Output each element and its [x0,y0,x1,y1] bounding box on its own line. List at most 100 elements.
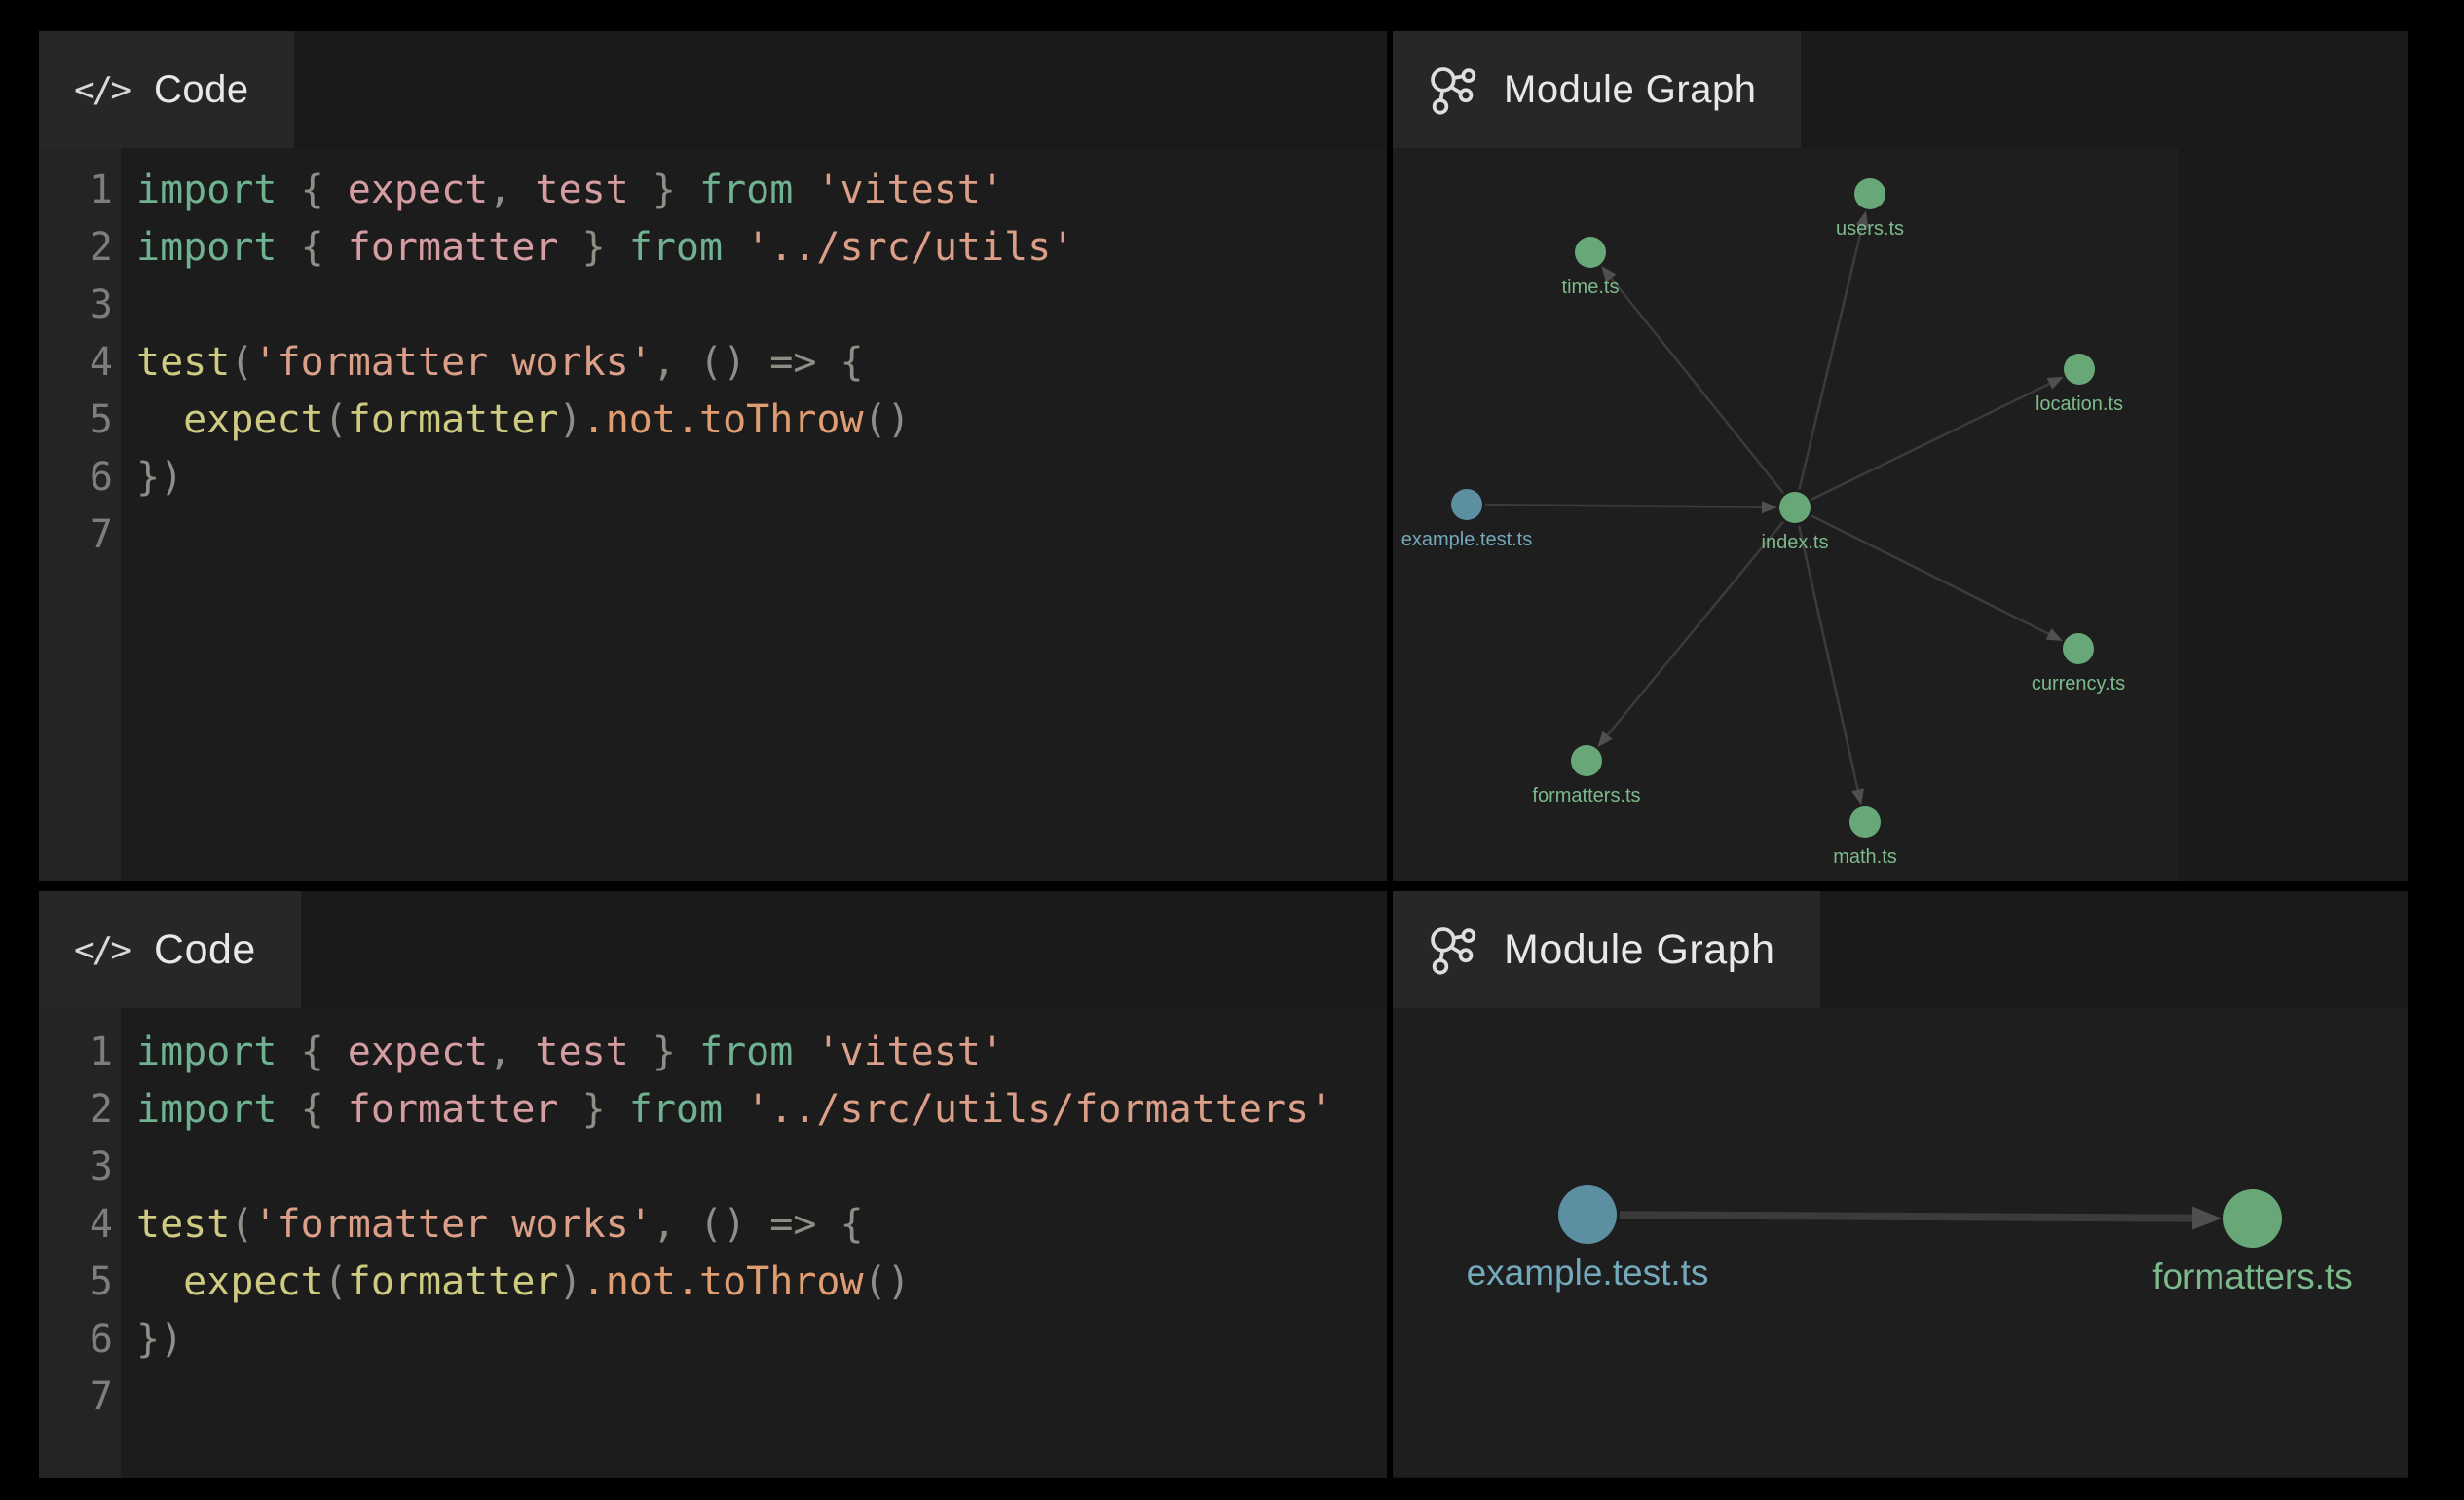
graph-node-formatters.ts[interactable] [1571,745,1602,776]
module-graph-icon [1428,924,1478,975]
graph-node-example.test.ts[interactable] [1451,489,1482,520]
code-line: 5 expect(formatter).not.toThrow() [39,392,1387,449]
graph-edge [1611,279,1783,494]
graph-edge [1799,526,1857,790]
code-panel-top-header: </> Code [39,31,1387,148]
vitest-ui-module-graph-comparison: </> Code 1import { expect, test } from '… [0,0,2464,1500]
line-number: 3 [39,277,121,334]
line-number: 4 [39,334,121,392]
module-graph-icon [1428,64,1478,115]
module-graph-svg-bottom: example.test.ts formatters.ts [1393,1008,2408,1476]
code-text: test('formatter works', () => { [121,334,864,392]
graph-edge [1811,515,2049,633]
graph-edge-arrowhead [2047,377,2064,390]
code-panel-bottom-header: </> Code [39,891,1387,1008]
module-graph-bottom-header: Module Graph [1393,891,2408,1008]
tab-module-graph-bottom-label: Module Graph [1504,926,1775,974]
code-panel-top: </> Code 1import { expect, test } from '… [39,31,1387,881]
module-graph-top-header: Module Graph [1393,31,2408,148]
code-text: import { formatter } from '../src/utils/… [121,1081,1332,1139]
code-text: }) [121,449,183,506]
graph-node-location.ts[interactable] [2064,354,2095,385]
code-lines-bottom: 1import { expect, test } from 'vitest'2i… [39,1008,1387,1426]
code-lines-top: 1import { expect, test } from 'vitest'2i… [39,148,1387,564]
code-line: 2import { formatter } from '../src/utils… [39,219,1387,277]
code-line: 6}) [39,449,1387,506]
line-number: 7 [39,506,121,564]
line-number: 2 [39,219,121,277]
module-graph-canvas-top[interactable]: users.ts time.ts location.ts example.test.t… [1393,148,2408,881]
line-number: 5 [39,392,121,449]
module-graph-panel-top: Module Graph users.ts time.ts location.ts e… [1393,31,2408,881]
code-line: 7 [39,506,1387,564]
code-line: 1import { expect, test } from 'vitest' [39,1024,1387,1081]
code-text [121,277,136,334]
graph-node-label: example.test.ts [1401,529,1533,550]
line-number: 6 [39,449,121,506]
line-number: 5 [39,1254,121,1311]
tab-code-top[interactable]: </> Code [39,31,294,148]
graph-node-label: index.ts [1762,532,1829,553]
graph-node-index.ts[interactable] [1779,492,1811,523]
tab-module-graph-top-label: Module Graph [1504,68,1756,112]
graph-node-example.test.ts[interactable] [1558,1185,1617,1244]
code-text: import { expect, test } from 'vitest' [121,1024,1004,1081]
graph-node-math.ts[interactable] [1849,806,1881,838]
code-text: import { expect, test } from 'vitest' [121,162,1004,219]
line-number: 1 [39,162,121,219]
graph-edge [1811,384,2049,500]
code-line: 5 expect(formatter).not.toThrow() [39,1254,1387,1311]
code-line: 7 [39,1369,1387,1426]
graph-node-label: example.test.ts [1467,1253,1709,1293]
graph-node-label: time.ts [1562,277,1620,298]
graph-node-label: users.ts [1836,218,1904,240]
code-text: }) [121,1311,183,1369]
graph-edge-arrowhead [2192,1207,2221,1230]
code-icon: </> [74,930,129,970]
code-editor-top[interactable]: 1import { expect, test } from 'vitest'2i… [39,148,1387,881]
line-number: 3 [39,1139,121,1196]
code-line: 3 [39,277,1387,334]
module-graph-canvas-bottom[interactable]: example.test.ts formatters.ts [1393,1008,2408,1478]
graph-edge [1620,1215,2192,1218]
code-panel-bottom: </> Code 1import { expect, test } from '… [39,891,1387,1478]
code-icon: </> [74,70,129,110]
line-number: 7 [39,1369,121,1426]
graph-node-users.ts[interactable] [1854,178,1885,209]
code-text: import { formatter } from '../src/utils' [121,219,1074,277]
graph-edge [1608,522,1783,735]
line-number: 4 [39,1196,121,1254]
code-line: 6}) [39,1311,1387,1369]
graph-node-label: math.ts [1833,846,1897,868]
tab-module-graph-top[interactable]: Module Graph [1393,31,1801,148]
graph-edge [1799,226,1862,489]
graph-node-label: currency.ts [2032,673,2125,694]
code-text: expect(formatter).not.toThrow() [121,1254,911,1311]
code-line: 2import { formatter } from '../src/utils… [39,1081,1387,1139]
code-editor-bottom[interactable]: 1import { expect, test } from 'vitest'2i… [39,1008,1387,1478]
code-line: 3 [39,1139,1387,1196]
graph-node-formatters.ts[interactable] [2223,1189,2282,1248]
graph-node-label: formatters.ts [2152,1256,2353,1296]
code-line: 1import { expect, test } from 'vitest' [39,162,1387,219]
graph-edge-arrowhead [1851,788,1864,805]
tab-module-graph-bottom[interactable]: Module Graph [1393,891,1820,1008]
graph-edge-arrowhead [1762,501,1777,513]
code-text [121,1139,136,1196]
code-text [121,1369,136,1426]
code-line: 4test('formatter works', () => { [39,1196,1387,1254]
code-line: 4test('formatter works', () => { [39,334,1387,392]
graph-node-currency.ts[interactable] [2063,633,2094,664]
line-number: 2 [39,1081,121,1139]
line-number: 1 [39,1024,121,1081]
module-graph-svg-top: users.ts time.ts location.ts example.test.t… [1393,148,2179,881]
graph-node-time.ts[interactable] [1575,237,1606,268]
tab-code-top-label: Code [154,68,249,112]
code-text: test('formatter works', () => { [121,1196,864,1254]
line-number: 6 [39,1311,121,1369]
tab-code-bottom[interactable]: </> Code [39,891,301,1008]
graph-node-label: location.ts [2035,394,2123,415]
graph-edge [1485,505,1762,507]
code-text [121,506,136,564]
module-graph-panel-bottom: Module Graph example.test.ts formatters.t… [1393,891,2408,1478]
